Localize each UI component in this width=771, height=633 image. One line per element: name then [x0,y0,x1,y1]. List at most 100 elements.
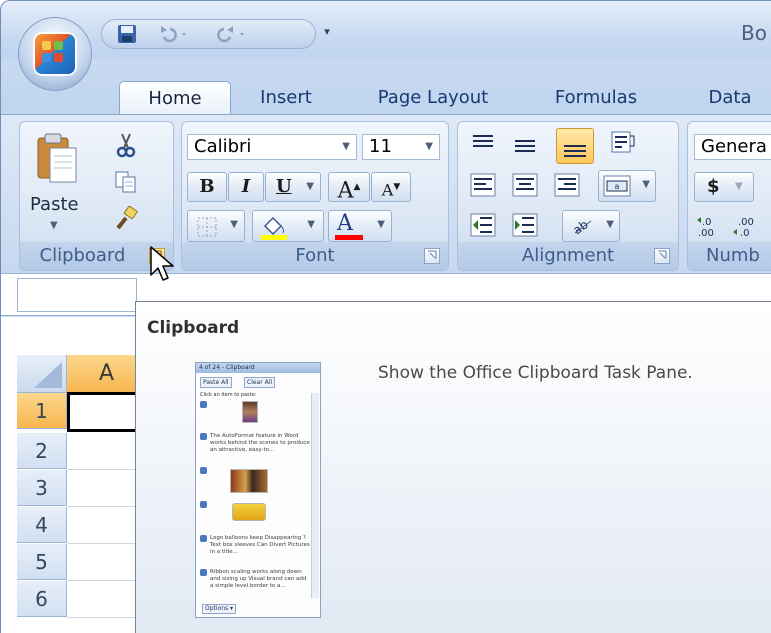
font-color-swatch [335,235,363,240]
number-format-value: Genera [701,136,767,157]
quick-access-toolbar [101,19,316,49]
chevron-down-icon: ▼ [307,219,315,230]
title-bar: ▾ Bo [1,1,771,59]
window-title: Bo [741,21,767,45]
increase-decimal-button[interactable]: .0.00 [696,214,728,242]
office-button[interactable] [19,18,91,90]
format-painter-icon [116,205,138,230]
grow-font-label: A [337,178,354,204]
pane-title: 4 of 24 - Clipboard [196,363,320,373]
align-left-icon [470,173,496,197]
row-header-3[interactable]: 3 [17,470,67,506]
underline-label: U [276,176,292,197]
shrink-font-label: A [381,180,394,200]
align-center-icon [512,173,538,197]
clipboard-tooltip: Clipboard Show the Office Clipboard Task… [135,301,771,633]
pane-clear-all-button: Clear All [244,377,276,388]
name-box[interactable] [17,278,137,312]
tab-data[interactable]: Data [695,81,765,115]
pane-paste-all-button: Paste All [200,377,232,388]
row-header-2[interactable]: 2 [17,433,67,469]
clipboard-item-icon [200,401,207,408]
decrease-indent-icon [470,213,496,237]
font-color-button[interactable]: A ▼ [328,210,392,242]
row-header-4[interactable]: 4 [17,507,67,543]
font-name-dropdown[interactable]: Calibri ▼ [187,134,357,160]
tab-insert[interactable]: Insert [247,81,325,115]
tab-formulas[interactable]: Formulas [541,81,651,115]
tooltip-title: Clipboard [147,318,240,338]
text-orientation-button[interactable]: ab ▼ [562,210,620,242]
shrink-arrow-icon: ▼ [393,182,401,192]
dialog-launcher-icon [428,250,437,259]
row-header-1[interactable]: 1 [17,393,67,429]
align-left-button[interactable] [468,170,502,202]
align-center-button[interactable] [510,170,544,202]
fill-color-button[interactable]: ▼ [252,210,324,242]
row-header-6[interactable]: 6 [17,581,67,617]
ribbon-tab-strip: Home Insert Page Layout Formulas Data [1,59,771,115]
font-color-icon: A [337,211,353,236]
tooltip-description: Show the Office Clipboard Task Pane. [378,363,693,383]
save-icon[interactable] [116,23,140,45]
paste-dropdown-arrow-icon: ▼ [50,220,58,231]
select-all-button[interactable] [17,355,67,393]
underline-button[interactable]: U ▼ [265,172,321,202]
align-top-button[interactable] [468,130,502,164]
font-dialog-launcher[interactable] [424,248,440,264]
svg-text:.00: .00 [698,228,714,239]
tab-page-layout[interactable]: Page Layout [363,81,503,115]
chevron-down-icon: ▼ [606,219,614,230]
ribbon: Paste ▼ Clipboard Calibri ▼ 11 ▼ B I U ▼… [1,114,771,274]
format-painter-button[interactable] [114,205,144,234]
font-group-label: Font [182,242,448,270]
align-top-icon [473,135,493,147]
paste-button[interactable]: Paste ▼ [28,128,86,238]
mouse-cursor-icon [150,246,174,281]
wrap-text-icon [611,131,635,153]
alignment-dialog-launcher[interactable] [654,248,670,264]
shrink-font-button[interactable]: A▼ [371,172,411,202]
font-size-dropdown[interactable]: 11 ▼ [362,134,440,160]
clipboard-item-icon [200,433,207,440]
align-middle-button[interactable] [510,130,544,164]
scissors-icon [116,133,136,158]
chevron-down-icon: ▼ [230,219,238,230]
pane-scrollbar [311,393,319,598]
office-logo-icon [33,32,77,76]
paste-label: Paste [30,194,79,215]
merge-center-button[interactable]: a ▼ [598,170,656,202]
grow-font-button[interactable]: A▲ [328,172,370,204]
currency-label: $ [707,176,720,197]
align-middle-icon [515,140,535,152]
pane-item-text-2: Logo balloons keep Disappearing ? Text b… [210,535,310,555]
undo-icon[interactable] [154,23,194,45]
row-header-5[interactable]: 5 [17,544,67,580]
paste-icon [37,133,77,183]
customize-qat-button[interactable]: ▾ [321,23,333,41]
clipboard-item-icon [200,467,207,474]
align-right-icon [554,173,580,197]
redo-icon[interactable] [212,23,252,45]
increase-indent-button[interactable] [510,210,544,242]
chevron-down-icon: ▼ [306,181,314,192]
italic-button[interactable]: I [228,172,264,202]
number-format-dropdown[interactable]: Genera [694,134,771,160]
copy-button[interactable] [114,170,144,198]
currency-button[interactable]: $ ▼ [694,172,754,202]
orientation-button[interactable] [608,128,642,162]
align-bottom-button[interactable] [556,128,594,164]
text-orientation-icon: ab [570,217,592,237]
decrease-indent-button[interactable] [468,210,502,242]
font-name-value: Calibri [194,136,252,157]
bold-button[interactable]: B [187,172,227,202]
align-right-button[interactable] [552,170,586,202]
pane-hint: Click an item to paste: [200,392,257,398]
decrease-decimal-button[interactable]: .00.0 [732,214,764,242]
alignment-group: a ▼ ab ▼ Alignment [457,121,679,271]
clipboard-item-icon [200,569,207,576]
window-frame: ▾ Bo Home Insert Page Layout Formulas Da… [0,0,771,633]
borders-button[interactable]: ▼ [187,210,245,242]
tab-home[interactable]: Home [119,81,231,115]
cut-button[interactable] [114,132,144,160]
